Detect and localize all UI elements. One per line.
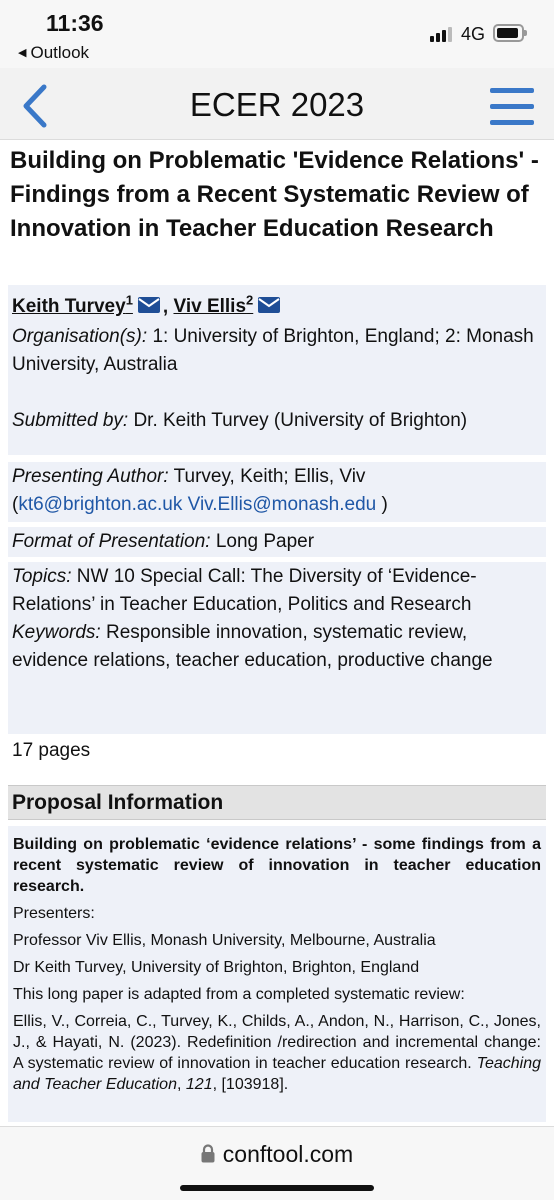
submitted-label: Submitted by: bbox=[12, 410, 129, 432]
clock: 11:36 bbox=[46, 10, 104, 36]
citation: Ellis, V., Correia, C., Turvey, K., Chil… bbox=[13, 1013, 541, 1093]
email-link[interactable]: Viv.Ellis@monash.edu bbox=[188, 494, 377, 515]
page-title: ECER 2023 bbox=[189, 86, 365, 123]
paper-title: Building on Problematic 'Evidence Relati… bbox=[10, 147, 539, 242]
app-header: ECER 2023 bbox=[0, 68, 554, 140]
presenting-author-box: Presenting Author: Turvey, Keith; Ellis,… bbox=[8, 462, 546, 522]
proposal-title: Building on problematic ‘evidence relati… bbox=[13, 836, 541, 895]
format-label: Format of Presentation: bbox=[12, 531, 211, 552]
presenter-item: Dr Keith Turvey, University of Brighton,… bbox=[13, 959, 420, 976]
hamburger-menu-icon[interactable] bbox=[490, 88, 534, 126]
author-info-box: Keith Turvey1, Viv Ellis2 Organisation(s… bbox=[8, 285, 546, 455]
author-link[interactable]: Keith Turvey1 bbox=[12, 293, 133, 317]
submitted-value: Dr. Keith Turvey (University of Brighton… bbox=[133, 410, 468, 432]
topics-box: Topics: NW 10 Special Call: The Diversit… bbox=[8, 562, 546, 734]
presenting-label: Presenting Author: bbox=[12, 466, 169, 487]
browser-url-bar[interactable]: conftool.com bbox=[0, 1126, 554, 1200]
presenting-value: Turvey, Keith; Ellis, Viv bbox=[173, 466, 366, 487]
home-indicator bbox=[180, 1185, 374, 1191]
back-triangle-icon: ◀ bbox=[18, 47, 27, 59]
url-display[interactable]: conftool.com bbox=[0, 1141, 554, 1169]
proposal-body: Building on problematic ‘evidence relati… bbox=[8, 826, 546, 1122]
proposal-intro: This long paper is adapted from a comple… bbox=[13, 986, 465, 1003]
keywords: Keywords: Responsible innovation, system… bbox=[12, 619, 542, 675]
email-link[interactable]: kt6@brighton.ac.uk bbox=[18, 494, 182, 515]
submitted-by: Submitted by: Dr. Keith Turvey (Universi… bbox=[12, 407, 542, 435]
presenter-item: Professor Viv Ellis, Monash University, … bbox=[13, 932, 436, 949]
presenters-label: Presenters: bbox=[13, 905, 95, 922]
keywords-label: Keywords: bbox=[12, 622, 101, 643]
topics: Topics: NW 10 Special Call: The Diversit… bbox=[12, 563, 542, 619]
topics-value: NW 10 Special Call: The Diversity of ‘Ev… bbox=[12, 566, 477, 615]
back-app-label: Outlook bbox=[30, 43, 90, 62]
authors-line: Keith Turvey1, Viv Ellis2 bbox=[12, 287, 542, 323]
status-bar: 11:36 ◀ Outlook 4G bbox=[0, 0, 554, 68]
network-type: 4G bbox=[461, 24, 486, 44]
proposal-heading: Proposal Information bbox=[8, 785, 546, 820]
author-link[interactable]: Viv Ellis2 bbox=[173, 293, 253, 317]
organisations: Organisation(s): 1: University of Bright… bbox=[12, 323, 542, 379]
format-box: Format of Presentation: Long Paper bbox=[8, 527, 546, 557]
envelope-icon[interactable] bbox=[137, 295, 161, 323]
page-count: 17 pages bbox=[12, 740, 91, 761]
signal-icon bbox=[430, 26, 456, 42]
topics-label: Topics: bbox=[12, 566, 72, 587]
battery-icon bbox=[493, 24, 527, 42]
format-value: Long Paper bbox=[215, 531, 315, 552]
back-to-app-link[interactable]: ◀ Outlook bbox=[18, 43, 89, 63]
lock-icon bbox=[201, 1142, 215, 1169]
organisations-label: Organisation(s): bbox=[12, 326, 148, 348]
envelope-icon[interactable] bbox=[257, 295, 281, 323]
url-text: conftool.com bbox=[222, 1141, 354, 1167]
